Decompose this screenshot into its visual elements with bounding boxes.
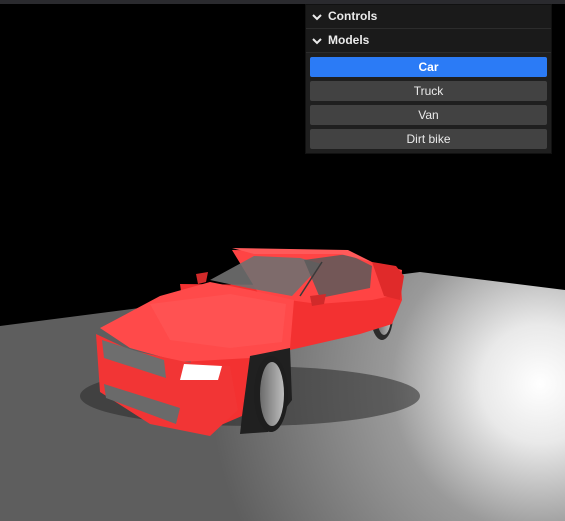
models-folder-title: Models (328, 33, 370, 47)
models-folder-header[interactable]: Models (306, 29, 551, 53)
chevron-down-icon (312, 37, 322, 44)
model-button-van[interactable]: Van (310, 105, 547, 125)
controls-folder-header[interactable]: Controls (306, 5, 551, 29)
models-list: Car Truck Van Dirt bike (306, 53, 551, 153)
model-button-truck[interactable]: Truck (310, 81, 547, 101)
car-headlight (180, 364, 222, 380)
chevron-down-icon (312, 13, 322, 20)
model-button-dirt-bike[interactable]: Dirt bike (310, 129, 547, 149)
model-button-car[interactable]: Car (310, 57, 547, 77)
controls-folder-title: Controls (328, 9, 378, 23)
gui-panel: Controls Models Car Truck Van Dirt bike (306, 5, 551, 153)
